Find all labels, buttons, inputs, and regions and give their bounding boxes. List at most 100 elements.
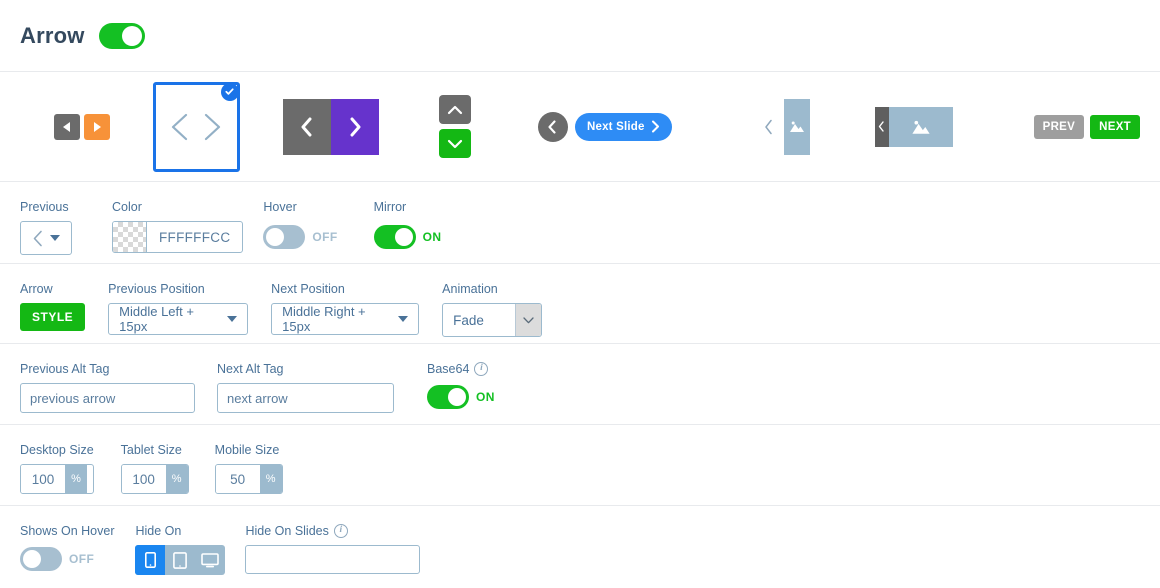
chevron-left-icon [878, 121, 884, 132]
chevron-left-icon [33, 230, 42, 246]
field-next-alt-tag: Next Alt Tag [217, 362, 394, 413]
color-picker[interactable]: FFFFFFCC [112, 221, 244, 253]
desktop-icon [201, 552, 220, 567]
field-shows-on-hover: Shows On Hover OFF [20, 524, 114, 571]
base64-label-text: Base64 [427, 362, 470, 376]
mirror-toggle-state: ON [422, 230, 442, 244]
row-arrow-position: Arrow STYLE Previous Position Middle Lef… [0, 264, 1160, 344]
field-tablet-size: Tablet Size % [120, 443, 189, 494]
prev-arrow-swatch-large[interactable] [282, 98, 331, 155]
percent-suffix: % [65, 465, 87, 493]
hide-on-label: Hide On [135, 524, 182, 538]
row-alt-tags: Previous Alt Tag Next Alt Tag Base64 i O… [0, 344, 1160, 425]
preview-arrow-thumbnail-tall[interactable] [764, 98, 810, 155]
color-value[interactable]: FFFFFFCC [147, 222, 242, 252]
prev-arrow-circle[interactable] [537, 111, 568, 142]
base64-toggle[interactable] [427, 385, 469, 409]
arrow-label: Arrow [20, 282, 53, 296]
field-hide-on-slides: Hide On Slides i [245, 524, 421, 574]
shows-on-hover-toggle-state: OFF [69, 552, 95, 566]
field-mirror: Mirror ON [373, 200, 442, 249]
field-previous-alt-tag: Previous Alt Tag [20, 362, 195, 413]
previous-arrow-select[interactable] [20, 221, 72, 255]
field-previous-position: Previous Position Middle Left + 15px [108, 282, 249, 335]
animation-value: Fade [453, 312, 484, 328]
base64-toggle-state: ON [476, 390, 495, 404]
preview-arrow-thumbnail-wide[interactable] [874, 106, 953, 147]
prev-label-button[interactable]: PREV [1033, 114, 1085, 139]
triangle-left-icon [63, 121, 70, 132]
prev-arrow-swatch[interactable] [54, 113, 80, 140]
preview-arrow-prev-next-labels[interactable]: PREV NEXT [1033, 114, 1140, 139]
mobile-icon [144, 552, 156, 568]
percent-suffix: % [259, 465, 282, 493]
field-previous: Previous [20, 200, 92, 255]
row-arrow-style: Previous Color FFFFFFCC Hover OFF Mirror… [0, 182, 1160, 264]
arrow-style-preview-strip: Next Slide PREV NEXT [0, 72, 1160, 182]
selected-check-icon [220, 82, 239, 101]
previous-position-select[interactable]: Middle Left + 15px [108, 303, 249, 335]
next-label-button[interactable]: NEXT [1090, 114, 1140, 139]
row-visibility: Shows On Hover OFF Hide On Hide On Slide… [0, 506, 1160, 576]
previous-alt-tag-input[interactable] [20, 383, 195, 413]
next-position-label: Next Position [271, 282, 345, 296]
next-alt-tag-input[interactable] [217, 383, 394, 413]
mobile-size-input[interactable] [215, 465, 260, 493]
previous-position-label: Previous Position [108, 282, 205, 296]
chevron-right-icon [350, 117, 361, 136]
percent-suffix: % [165, 465, 188, 493]
preview-arrow-next-slide-pill[interactable]: Next Slide [537, 111, 672, 142]
color-label: Color [112, 200, 142, 214]
chevron-left-icon [301, 117, 312, 136]
preview-arrow-chevron-card[interactable] [153, 81, 240, 172]
desktop-size-label: Desktop Size [20, 443, 94, 457]
hide-on-tablet-button[interactable] [165, 545, 195, 575]
toggle-knob [23, 550, 41, 568]
hover-toggle[interactable] [263, 225, 306, 249]
field-color: Color FFFFFFCC [112, 200, 244, 253]
hide-on-slides-input[interactable] [245, 545, 421, 574]
image-icon [911, 120, 930, 134]
prev-arrow-tab[interactable] [874, 106, 889, 147]
arrow-enable-toggle[interactable] [98, 22, 145, 49]
chevron-left-icon [172, 113, 188, 140]
info-icon[interactable]: i [474, 362, 489, 376]
next-arrow-swatch-large[interactable] [330, 98, 379, 155]
chevron-down-icon [227, 316, 238, 322]
preview-arrow-large-squares[interactable] [282, 98, 379, 155]
desktop-size-input-group: % [20, 464, 94, 494]
animation-select[interactable]: Fade [442, 303, 543, 337]
tablet-size-label: Tablet Size [120, 443, 182, 457]
chevron-down-icon[interactable] [515, 304, 542, 336]
info-icon[interactable]: i [333, 524, 348, 538]
tablet-size-input[interactable] [121, 465, 166, 493]
preview-arrow-small-squares[interactable] [54, 113, 110, 140]
page-title: Arrow [20, 22, 85, 48]
hide-on-slides-label-text: Hide On Slides [245, 524, 329, 538]
preview-arrow-vertical-chevrons[interactable] [438, 95, 471, 158]
hide-on-mobile-button[interactable] [135, 545, 166, 575]
prev-arrow-swatch-up[interactable] [438, 95, 471, 124]
next-position-value: Middle Right + 15px [282, 304, 366, 334]
field-hide-on: Hide On [135, 524, 226, 575]
thumbnail-placeholder-wide [888, 106, 953, 147]
shows-on-hover-toggle[interactable] [20, 547, 62, 571]
next-arrow-swatch-down[interactable] [438, 129, 471, 158]
hide-on-desktop-button[interactable] [195, 545, 225, 575]
arrow-style-button[interactable]: STYLE [20, 303, 86, 331]
mirror-toggle[interactable] [373, 225, 416, 249]
field-hover: Hover OFF [263, 200, 337, 249]
color-swatch[interactable] [113, 222, 147, 252]
next-slide-label: Next Slide [586, 120, 645, 133]
next-slide-pill-button[interactable]: Next Slide [574, 112, 672, 141]
chevron-down-icon [447, 139, 463, 148]
desktop-size-input[interactable] [21, 465, 65, 493]
toggle-knob [121, 25, 142, 46]
field-base64: Base64 i ON [427, 362, 495, 409]
next-position-select[interactable]: Middle Right + 15px [271, 303, 420, 335]
mobile-size-label: Mobile Size [214, 443, 280, 457]
field-arrow-style: Arrow STYLE [20, 282, 86, 331]
next-arrow-swatch[interactable] [84, 113, 110, 140]
chevron-right-icon [205, 113, 221, 140]
tablet-size-input-group: % [120, 464, 189, 494]
